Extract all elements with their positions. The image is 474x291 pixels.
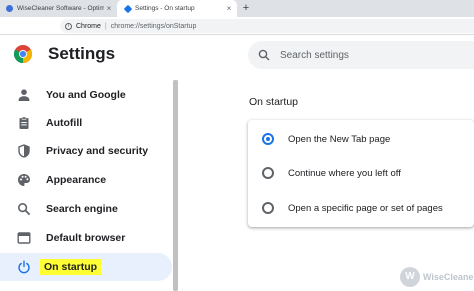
scrollbar-thumb[interactable]	[173, 80, 178, 291]
tab-title: Settings - On startup	[135, 5, 195, 12]
radio-button[interactable]	[262, 202, 274, 214]
option-label: Open the New Tab page	[288, 133, 391, 145]
watermark: W WiseCleaner	[400, 267, 474, 287]
chrome-logo-icon	[14, 45, 32, 63]
startup-options-card: Open the New Tab page Continue where you…	[248, 120, 474, 227]
tab-strip: WiseCleaner Software - Optimiz × Setting…	[0, 0, 474, 17]
chrome-info-icon[interactable]: i	[65, 22, 72, 30]
power-icon	[18, 260, 30, 274]
sidebar-item-label: Privacy and security	[46, 145, 149, 157]
sidebar-item-label: Autofill	[46, 117, 83, 129]
watermark-text: WiseCleaner	[423, 272, 474, 282]
address-bar[interactable]: i Chrome | chrome://settings/onStartup	[60, 19, 474, 33]
section-title: On startup	[249, 96, 299, 108]
sidebar-item-label: Appearance	[46, 174, 107, 186]
browser-icon	[17, 232, 31, 244]
sidebar-item-default-browser[interactable]: Default browser	[0, 224, 172, 252]
option-open-specific-pages[interactable]: Open a specific page or set of pages	[248, 193, 474, 223]
sidebar-item-you-and-google[interactable]: You and Google	[0, 81, 172, 109]
address-url: chrome://settings/onStartup	[110, 22, 197, 30]
option-open-new-tab-page[interactable]: Open the New Tab page	[248, 124, 474, 154]
wisecleaner-logo-icon: W	[400, 267, 420, 287]
close-icon[interactable]: ×	[104, 4, 114, 13]
sidebar-item-label: On startup	[40, 259, 102, 275]
sidebar-item-label: Search engine	[46, 203, 118, 215]
tab-settings[interactable]: Settings - On startup ×	[117, 0, 237, 17]
page-title: Settings	[48, 44, 116, 63]
option-label: Continue where you left off	[288, 167, 401, 179]
search-icon	[17, 202, 31, 216]
sidebar-item-appearance[interactable]: Appearance	[0, 166, 172, 194]
clipboard-icon	[19, 116, 29, 129]
radio-button[interactable]	[262, 167, 274, 179]
sidebar-item-label: You and Google	[46, 89, 126, 101]
address-separator: |	[104, 22, 107, 30]
person-icon	[18, 89, 30, 101]
shield-icon	[18, 144, 30, 158]
tab-title: WiseCleaner Software - Optimiz	[17, 5, 104, 12]
radio-button-checked[interactable]	[262, 133, 274, 145]
address-origin: Chrome	[76, 22, 101, 30]
sidebar-item-search-engine[interactable]: Search engine	[0, 195, 172, 223]
search-icon	[258, 49, 270, 61]
sidebar-item-privacy-and-security[interactable]: Privacy and security	[0, 137, 172, 165]
sidebar-item-label: Default browser	[46, 232, 126, 244]
wisecleaner-favicon-icon	[6, 5, 13, 12]
search-settings-box[interactable]	[248, 41, 474, 69]
sidebar-item-on-startup[interactable]: On startup	[0, 253, 172, 281]
option-continue-where-left-off[interactable]: Continue where you left off	[248, 158, 474, 188]
close-icon[interactable]: ×	[224, 4, 234, 13]
sidebar-scrollbar[interactable]	[173, 80, 178, 291]
palette-icon	[18, 174, 30, 186]
toolbar: i Chrome | chrome://settings/onStartup	[0, 17, 474, 35]
settings-favicon-icon	[123, 4, 133, 13]
search-settings-input[interactable]	[280, 49, 450, 61]
new-tab-button[interactable]: +	[239, 1, 253, 15]
sidebar: You and Google Autofill Privacy and secu…	[0, 80, 180, 291]
option-label: Open a specific page or set of pages	[288, 202, 443, 214]
sidebar-item-autofill[interactable]: Autofill	[0, 109, 172, 137]
tab-wisecleaner[interactable]: WiseCleaner Software - Optimiz ×	[0, 0, 117, 17]
settings-header: Settings	[0, 35, 474, 77]
